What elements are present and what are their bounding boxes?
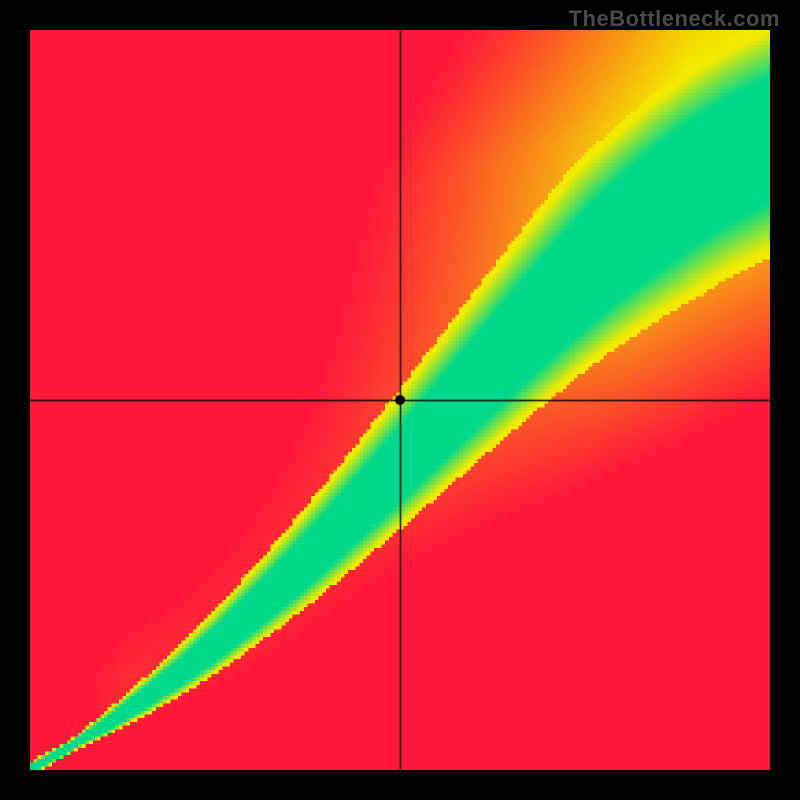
bottleneck-heatmap (30, 30, 770, 770)
chart-frame: TheBottleneck.com (0, 0, 800, 800)
watermark-text: TheBottleneck.com (569, 6, 780, 32)
